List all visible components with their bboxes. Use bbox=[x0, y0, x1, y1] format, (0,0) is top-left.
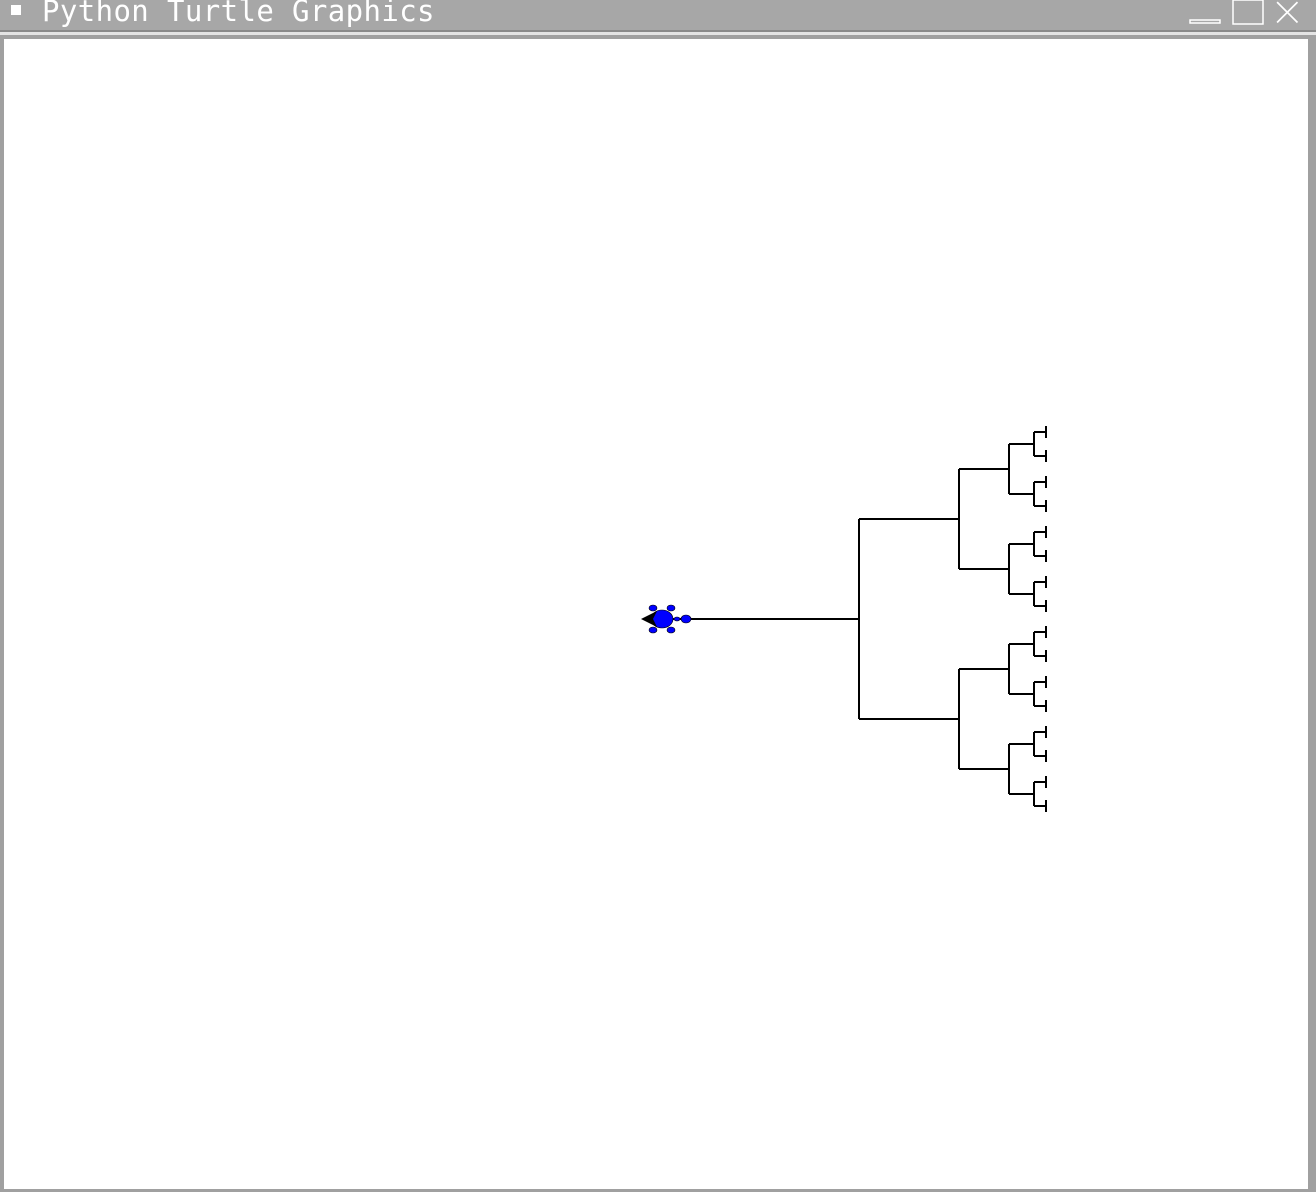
turtle-leg-front-right bbox=[648, 626, 658, 634]
minimize-icon[interactable] bbox=[1188, 0, 1222, 28]
turtle-head bbox=[680, 614, 692, 624]
turtle-leg-front-left bbox=[648, 604, 658, 612]
title-bar[interactable]: Python Turtle Graphics bbox=[0, 0, 1316, 30]
turtle-drawing bbox=[641, 426, 1047, 812]
close-icon[interactable] bbox=[1272, 0, 1306, 28]
window-menu-icon[interactable] bbox=[11, 5, 21, 15]
turtle-canvas[interactable] bbox=[4, 39, 1308, 1189]
turtle-window: Python Turtle Graphics bbox=[0, 0, 1316, 1192]
turtle-leg-back-left bbox=[666, 604, 676, 612]
window-title: Python Turtle Graphics bbox=[42, 0, 435, 28]
turtle-icon bbox=[648, 604, 692, 634]
turtle-tail bbox=[673, 616, 681, 622]
turtle-leg-back-right bbox=[666, 626, 676, 634]
maximize-icon[interactable] bbox=[1231, 0, 1265, 28]
